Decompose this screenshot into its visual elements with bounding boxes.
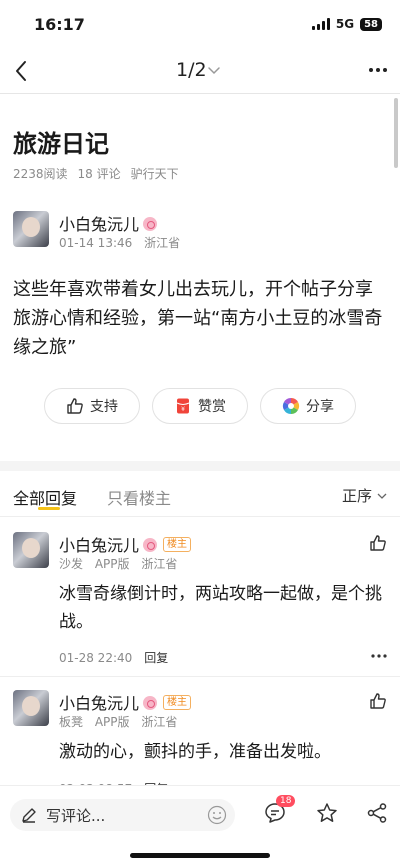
reply-location: 浙江省 <box>141 557 178 571</box>
share-pinwheel-icon <box>282 397 300 415</box>
avatar[interactable] <box>13 690 49 726</box>
top-nav: 1/2 <box>0 50 400 94</box>
page-indicator[interactable]: 1/2 <box>176 59 207 81</box>
comment-placeholder: 写评论... <box>46 807 106 825</box>
comment-count-badge: 18 <box>276 795 296 807</box>
status-bar: 16:17 5G 58 <box>0 0 400 50</box>
more-icon[interactable] <box>371 653 387 659</box>
reply-button[interactable]: 回复 <box>144 651 168 665</box>
category-link[interactable]: 驴行天下 <box>131 165 179 182</box>
red-envelope-icon: ¥ <box>176 398 190 414</box>
read-count: 2238阅读 <box>13 167 68 181</box>
reply-filter-bar: 全部回复 只看楼主 正序 <box>0 471 400 517</box>
network-label: 5G <box>335 17 355 31</box>
pen-icon <box>22 808 36 823</box>
reply-author[interactable]: 小白兔沅儿 楼主 <box>59 532 192 556</box>
home-indicator <box>130 853 270 858</box>
chevron-down-icon <box>377 493 387 499</box>
emoji-icon[interactable] <box>207 805 227 825</box>
reward-label: 赞赏 <box>198 399 226 415</box>
share-button[interactable]: 分享 <box>260 388 356 424</box>
reply-author-name: 小白兔沅儿 <box>59 536 140 555</box>
reply-meta: 沙发 APP版 浙江省 <box>59 555 185 572</box>
scroll-indicator <box>394 98 398 168</box>
reply-meta: 板凳 APP版 浙江省 <box>59 713 185 730</box>
reply-item: 小白兔沅儿楼主 板凳 APP版 浙江省 激动的心，颤抖的手，准备出发啦。 02-… <box>0 690 400 796</box>
sort-label: 正序 <box>341 487 372 505</box>
comment-count: 18 评论 <box>77 167 121 181</box>
reply-time: 01-28 22:40 <box>59 651 133 665</box>
reply-author-name: 小白兔沅儿 <box>59 694 140 713</box>
sort-dropdown[interactable]: 正序 <box>342 485 388 506</box>
status-time: 16:17 <box>34 15 85 34</box>
support-label: 支持 <box>90 399 118 415</box>
reply-floor: 沙发 <box>59 557 84 571</box>
reply-text: 冰雪奇缘倒计时，两站攻略一起做，是个挑战。 <box>59 584 382 632</box>
thumbs-up-icon[interactable] <box>369 534 387 552</box>
share-icon[interactable] <box>366 802 388 824</box>
comment-input[interactable]: 写评论... <box>10 799 235 831</box>
post-location: 浙江省 <box>144 236 181 250</box>
reply-text: 激动的心，颤抖的手，准备出发啦。 <box>59 742 331 762</box>
battery-icon: 58 <box>360 17 382 31</box>
reply-footer: 01-28 22:40 回复 <box>59 649 168 666</box>
post-date: 01-14 13:46 <box>59 236 133 250</box>
owner-tag: 楼主 <box>163 694 192 710</box>
support-button[interactable]: 支持 <box>44 388 140 424</box>
chevron-down-icon[interactable] <box>206 64 222 78</box>
bottom-bar: 写评论... 18 <box>0 786 400 866</box>
author-meta: 01-14 13:46 浙江省 <box>59 234 188 251</box>
post-actions: 支持 ¥ 赞赏 分享 <box>44 388 356 424</box>
post-title: 旅游日记 <box>13 130 109 158</box>
more-icon[interactable] <box>368 65 388 75</box>
author-name-text: 小白兔沅儿 <box>59 215 140 234</box>
svg-text:¥: ¥ <box>181 406 185 413</box>
signal-icon <box>311 18 330 30</box>
thumbs-up-icon <box>67 398 83 414</box>
avatar[interactable] <box>13 532 49 568</box>
tab-all-replies[interactable]: 全部回复 <box>13 485 77 509</box>
member-badge-icon <box>143 538 158 552</box>
thumbs-up-icon[interactable] <box>369 692 387 710</box>
member-badge-icon <box>143 217 158 231</box>
post-body: 这些年喜欢带着女儿出去玩儿，开个帖子分享旅游心情和经验，第一站“南方小土豆的冰雪… <box>13 279 383 358</box>
author-name[interactable]: 小白兔沅儿 <box>59 211 158 235</box>
tab-owner-only[interactable]: 只看楼主 <box>107 485 171 509</box>
reply-divider <box>0 676 400 677</box>
reply-client: APP版 <box>94 557 130 571</box>
reply-location: 浙江省 <box>141 715 178 729</box>
back-arrow-icon[interactable] <box>10 58 34 84</box>
status-indicators: 5G 58 <box>311 17 382 31</box>
active-tab-indicator <box>38 507 60 510</box>
reply-author[interactable]: 小白兔沅儿 楼主 <box>59 690 192 714</box>
reply-floor: 板凳 <box>59 715 84 729</box>
section-divider <box>0 461 400 471</box>
post-meta: 2238阅读 18 评论 驴行天下 <box>13 165 179 182</box>
star-icon[interactable] <box>316 802 338 824</box>
share-label: 分享 <box>306 399 334 415</box>
member-badge-icon <box>143 696 158 710</box>
avatar[interactable] <box>13 211 49 247</box>
owner-tag: 楼主 <box>163 536 192 552</box>
reply-item: 小白兔沅儿 楼主 沙发 APP版 浙江省 冰雪奇缘倒计时，两站攻略一起做，是个挑战… <box>0 532 400 672</box>
reply-client: APP版 <box>94 715 130 729</box>
reward-button[interactable]: ¥ 赞赏 <box>152 388 248 424</box>
